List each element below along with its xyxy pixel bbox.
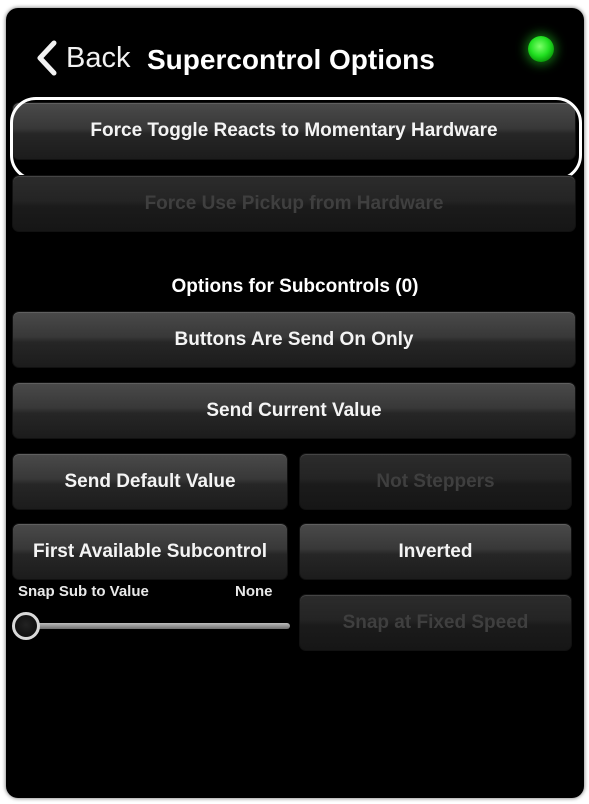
inverted-button[interactable]: Inverted	[299, 523, 572, 580]
snap-fixed-speed-button[interactable]: Snap at Fixed Speed	[299, 594, 572, 651]
force-pickup-button[interactable]: Force Use Pickup from Hardware	[12, 175, 576, 232]
chevron-left-icon	[36, 40, 58, 76]
back-label: Back	[66, 41, 131, 74]
page-title: Supercontrol Options	[147, 44, 435, 75]
first-available-subcontrol-button[interactable]: First Available Subcontrol	[12, 523, 288, 580]
force-toggle-button[interactable]: Force Toggle Reacts to Momentary Hardwar…	[12, 102, 576, 160]
send-default-value-button[interactable]: Send Default Value	[12, 453, 288, 510]
back-button[interactable]: Back	[36, 34, 130, 82]
not-steppers-button[interactable]: Not Steppers	[299, 453, 572, 510]
buttons-send-on-only-button[interactable]: Buttons Are Send On Only	[12, 311, 576, 368]
snap-slider-label: Snap Sub to Value	[18, 583, 149, 600]
snap-slider-thumb[interactable]	[12, 612, 40, 640]
subcontrols-heading: Options for Subcontrols (0)	[171, 276, 419, 297]
send-current-value-button[interactable]: Send Current Value	[12, 382, 576, 439]
snap-slider-track[interactable]	[28, 623, 290, 629]
status-led-icon	[528, 36, 554, 62]
supercontrol-options-panel: Back Supercontrol Options Force Toggle R…	[6, 8, 584, 798]
snap-slider-value: None	[235, 583, 273, 600]
nav-header: Back Supercontrol Options	[6, 8, 584, 100]
